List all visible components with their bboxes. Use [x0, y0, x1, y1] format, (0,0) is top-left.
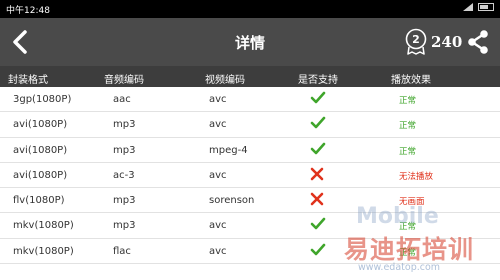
format-table: 3gp(1080P) aac avc 正常 avi(1080P) mp3 avc 正常 avi(… [0, 87, 500, 265]
cell-container: mkv(1080P) [13, 220, 74, 232]
medal-icon: 2 [405, 28, 427, 55]
svg-text:2: 2 [412, 33, 420, 46]
cell-supported [310, 243, 326, 260]
cell-audio: mp3 [113, 144, 136, 156]
cell-effect: 正常 [399, 121, 417, 132]
status-time: 中午12:48 [6, 6, 50, 16]
badge-count: 240 [431, 32, 463, 51]
check-icon [310, 142, 326, 154]
cell-effect: 正常 [399, 247, 417, 258]
check-icon [310, 91, 326, 104]
table-row: flv(1080P) mp3 sorenson 无画面 [0, 188, 500, 214]
share-button[interactable] [465, 28, 491, 56]
cell-container: flv(1080P) [13, 195, 65, 207]
cell-video: avc [209, 220, 227, 232]
table-header: 封装格式 音频编码 视频编码 是否支持 播放效果 [0, 66, 500, 87]
cell-video: mpeg-4 [209, 144, 248, 156]
cell-audio: mp3 [113, 220, 136, 232]
cell-supported [310, 217, 326, 234]
cell-video: avc [209, 119, 227, 131]
column-header-video: 视频编码 [205, 75, 245, 86]
check-icon [310, 243, 326, 256]
cell-video: avc [209, 94, 227, 105]
cross-icon [310, 192, 324, 206]
table-row: mkv(1080P) mp3 avc 正常 [0, 213, 500, 239]
cell-container: mkv(1080P) [13, 245, 74, 257]
column-header-container: 封装格式 [8, 75, 48, 86]
cell-audio: mp3 [113, 119, 136, 131]
rank-badge-button[interactable]: 2 240 [404, 28, 462, 55]
cell-video: sorenson [209, 195, 255, 207]
cell-container: 3gp(1080P) [13, 94, 72, 105]
cell-supported [310, 192, 324, 209]
cell-supported [310, 91, 326, 108]
cell-supported [310, 167, 324, 184]
column-header-supported: 是否支持 [298, 75, 338, 86]
cell-audio: mp3 [113, 195, 136, 207]
status-bar: 中午12:48 [0, 0, 500, 18]
cell-effect: 正常 [399, 222, 417, 233]
cell-container: avi(1080P) [13, 119, 68, 131]
cell-video: avc [209, 169, 227, 181]
cell-audio: flac [113, 245, 131, 257]
column-header-audio: 音频编码 [104, 75, 144, 86]
cell-effect: 无画面 [399, 197, 425, 208]
top-navigation-bar: 详情 2 240 [0, 18, 500, 66]
cell-video: avc [209, 245, 227, 257]
cell-audio: aac [113, 94, 131, 105]
table-row: avi(1080P) ac-3 avc 无法播放 [0, 163, 500, 189]
cell-container: avi(1080P) [13, 144, 68, 156]
table-row: 3gp(1080P) aac avc 正常 [0, 87, 500, 113]
cell-supported [310, 142, 326, 159]
cross-icon [310, 167, 324, 181]
table-row: avi(1080P) mp3 avc 正常 [0, 112, 500, 138]
battery-icon [478, 3, 494, 11]
cell-audio: ac-3 [113, 169, 135, 181]
check-icon [310, 218, 326, 230]
signal-icon [463, 3, 473, 11]
share-icon [468, 30, 488, 54]
cell-effect: 正常 [399, 96, 417, 106]
cell-effect: 正常 [399, 146, 417, 157]
cell-container: avi(1080P) [13, 169, 68, 181]
table-row: avi(1080P) mp3 mpeg-4 正常 [0, 138, 500, 163]
status-icons [463, 3, 494, 11]
column-header-effect: 播放效果 [391, 75, 431, 86]
table-row: mkv(1080P) flac avc 正常 [0, 239, 500, 265]
check-icon [310, 116, 326, 129]
cell-effect: 无法播放 [399, 171, 434, 182]
cell-supported [310, 116, 326, 133]
